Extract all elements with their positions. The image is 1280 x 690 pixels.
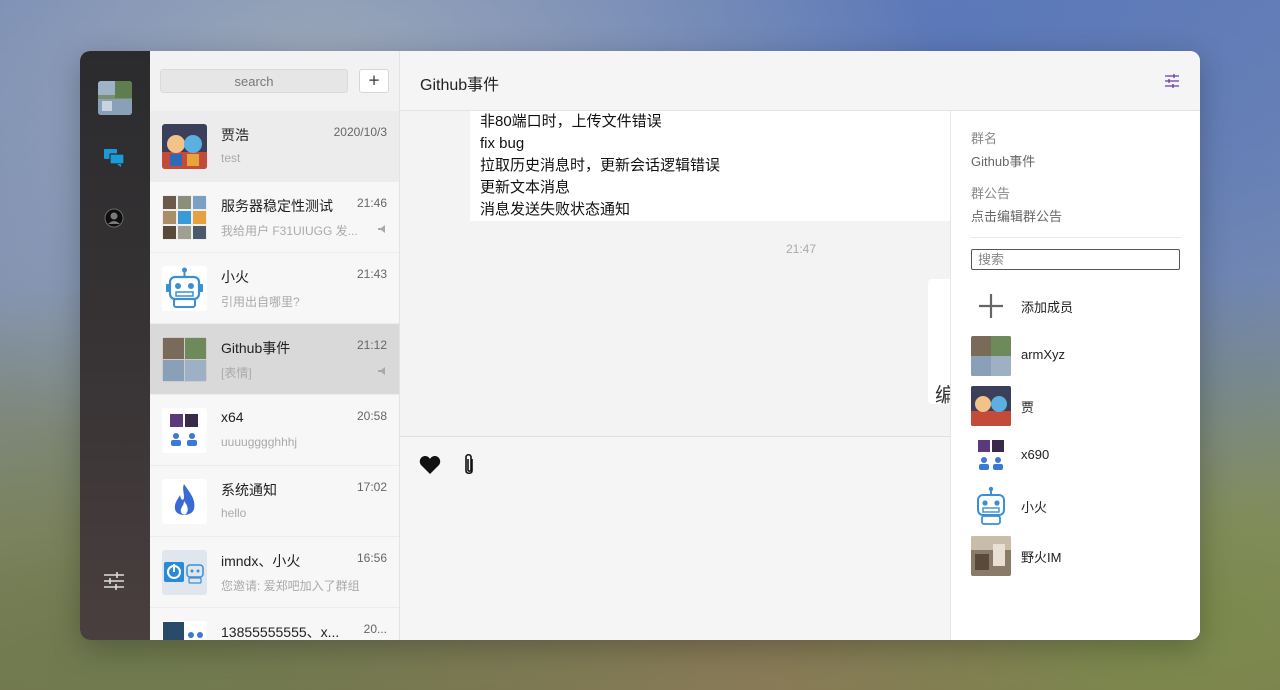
conversation-name: 贾浩 [221, 127, 249, 143]
conversation-time: 17:02 [356, 480, 387, 494]
search-input[interactable]: search [160, 69, 348, 93]
member-item[interactable]: 野火IM [971, 536, 1181, 576]
conversation-menu-icon[interactable] [1164, 73, 1180, 89]
message-line: 拉取历史消息时，更新会话逻辑错误 [480, 157, 721, 174]
conversation-item[interactable]: Github事件 21:12 [表情] [150, 324, 399, 395]
member-name: 贾 [1021, 400, 1035, 415]
conversation-name: 服务器稳定性测试 [221, 198, 333, 214]
add-member-button[interactable]: 添加成员 [971, 286, 1181, 326]
conversation-time: 20... [363, 622, 387, 636]
message-line: 更新文本消息 [480, 179, 571, 196]
member-name: 野火IM [1021, 550, 1062, 565]
add-conversation-button[interactable]: + [359, 69, 389, 93]
conversation-name: imndx、小火 [221, 553, 301, 569]
message-line: 消息发送失败状态通知 [480, 201, 631, 218]
member-item[interactable]: 贾 [971, 386, 1181, 426]
attachment-icon[interactable] [462, 453, 476, 477]
conversation-item[interactable]: x64 20:58 uuuugggghhhj [150, 395, 399, 466]
chat-header: Github事件 [400, 51, 1200, 111]
conversation-name: 系统通知 [221, 482, 277, 498]
conversation-item[interactable]: 贾浩 2020/10/3 test [150, 111, 399, 182]
member-avatar [971, 336, 1011, 376]
message-line: 非80端口时，上传文件错误 [480, 113, 662, 130]
group-info-drawer: 群名 Github事件 群公告 点击编辑群公告 搜索 添加成员 armXyz 贾… [950, 111, 1200, 640]
conversation-last-message: uuuugggghhhj [221, 435, 298, 449]
member-name: armXyz [1021, 347, 1066, 362]
heart-icon[interactable] [419, 455, 441, 475]
settings-sliders-icon[interactable] [102, 571, 126, 591]
message-bubble[interactable]: 非80端口时，上传文件错误 fix bug 拉取历史消息时，更新会话逻辑错误 更… [470, 111, 950, 221]
member-avatar [971, 536, 1011, 576]
conversation-avatar [162, 266, 207, 311]
conversation-time: 16:56 [356, 551, 387, 565]
conversation-avatar [162, 550, 207, 595]
add-member-label: 添加成员 [1021, 300, 1074, 315]
conversation-last-message: 引用出自哪里? [221, 295, 300, 309]
member-item[interactable]: 小火 [971, 486, 1181, 526]
chat-bubbles-icon[interactable] [103, 148, 125, 168]
conversation-time: 21:12 [356, 338, 387, 352]
conversation-name: 13855555555、x... [221, 624, 340, 640]
conversation-avatar [162, 124, 207, 169]
conversation-time: 21:43 [356, 267, 387, 281]
conversation-time: 21:46 [356, 196, 387, 210]
nav-iconbar [80, 51, 150, 640]
conversation-time: 20:58 [356, 409, 387, 423]
message-timestamp: 21:47 [786, 242, 817, 256]
mute-icon [378, 225, 385, 233]
conversation-name: Github事件 [221, 340, 291, 356]
message-card-text: 编 [935, 385, 950, 407]
conversation-item[interactable]: imndx、小火 16:56 您邀请: 爱郑吧加入了群组 [150, 537, 399, 608]
search-bar: search + [150, 51, 399, 111]
conversation-avatar [162, 479, 207, 524]
app-window: search + 贾浩 2020/10/3 test 服务器稳定性测试 21:4… [80, 51, 1200, 640]
conversation-name: 小火 [221, 269, 249, 285]
group-notice-label: 群公告 [971, 186, 1011, 201]
message-composer[interactable] [400, 436, 950, 640]
member-item[interactable]: armXyz [971, 336, 1181, 376]
conversation-last-message: 您邀请: 爱郑吧加入了群组 [221, 579, 360, 593]
member-avatar [971, 386, 1011, 426]
group-name-label: 群名 [971, 131, 998, 146]
chat-title: Github事件 [420, 77, 500, 94]
member-avatar [971, 436, 1011, 476]
divider [971, 237, 1181, 238]
conversation-item[interactable]: 服务器稳定性测试 21:46 我给用户 F31UIUGG 发... [150, 182, 399, 253]
conversation-name: x64 [221, 409, 244, 425]
member-name: 小火 [1021, 500, 1048, 515]
conversation-avatar [162, 195, 207, 240]
conversation-last-message: [表情] [221, 366, 252, 380]
message-line: fix bug [480, 135, 525, 152]
member-item[interactable]: x690 [971, 436, 1181, 476]
conversation-list: search + 贾浩 2020/10/3 test 服务器稳定性测试 21:4… [150, 51, 400, 640]
user-avatar[interactable] [98, 81, 132, 115]
message-list: 非80端口时，上传文件错误 fix bug 拉取历史消息时，更新会话逻辑错误 更… [400, 111, 950, 436]
mute-icon [378, 367, 385, 375]
conversation-avatar [162, 621, 207, 640]
conversation-last-message: 我给用户 F31UIUGG 发... [221, 224, 358, 238]
conversation-last-message: test [221, 151, 241, 165]
group-name-value[interactable]: Github事件 [971, 151, 1035, 170]
conversation-last-message: hello [221, 506, 247, 520]
conversation-time: 2020/10/3 [333, 125, 387, 139]
plus-icon [979, 294, 1003, 318]
conversation-item[interactable]: 系统通知 17:02 hello [150, 466, 399, 537]
member-name: x690 [1021, 447, 1050, 462]
conversation-avatar [162, 337, 207, 382]
conversation-item[interactable]: 13855555555、x... 20... [150, 608, 399, 640]
group-notice-value[interactable]: 点击编辑群公告 [971, 206, 1062, 225]
member-avatar [971, 486, 1011, 526]
conversation-avatar [162, 408, 207, 453]
contacts-icon[interactable] [104, 208, 124, 228]
member-search-input[interactable]: 搜索 [971, 249, 1180, 270]
conversation-item[interactable]: 小火 21:43 引用出自哪里? [150, 253, 399, 324]
